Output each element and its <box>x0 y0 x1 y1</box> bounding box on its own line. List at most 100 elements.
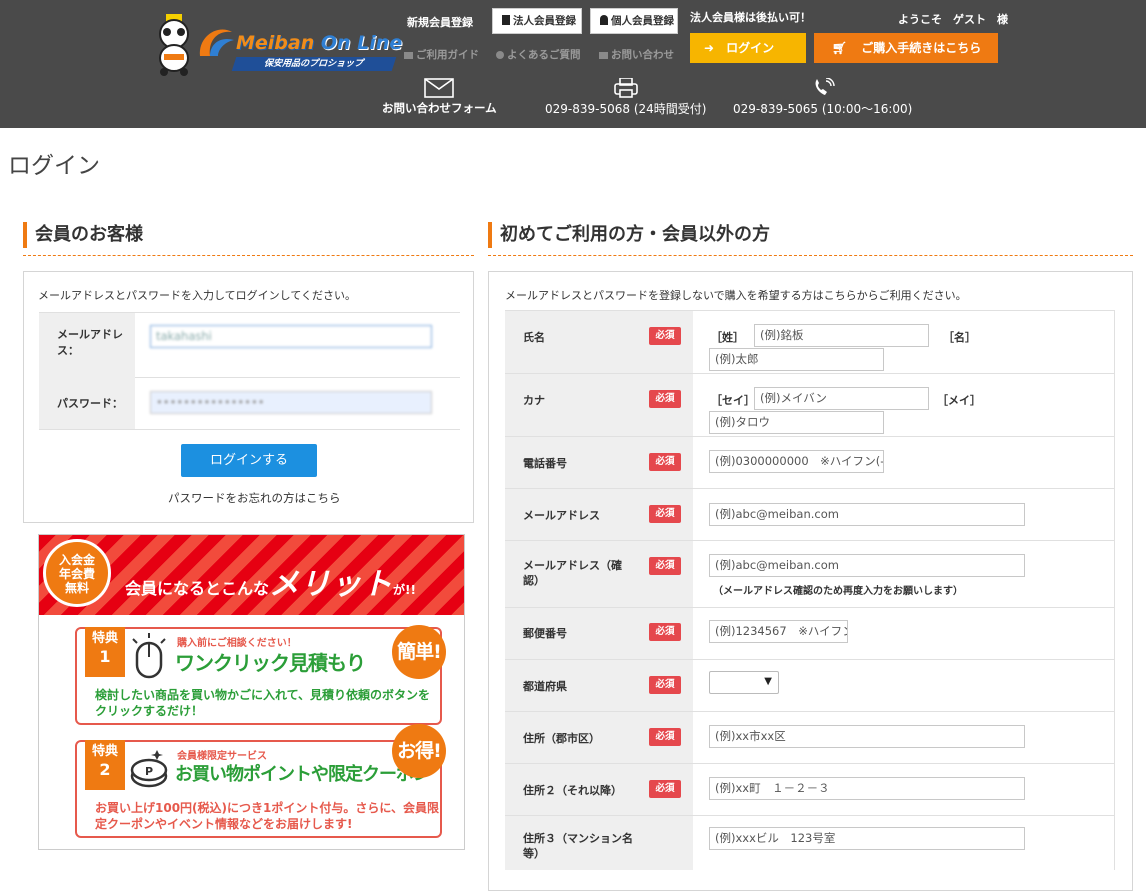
perk-1-badge: 簡単! <box>392 625 446 679</box>
fax-icon <box>613 78 638 98</box>
forgot-password-link[interactable]: パスワードをお忘れの方はこちら <box>168 490 341 506</box>
new-member-label: 新規会員登録 <box>407 16 473 29</box>
seikana-tag: ［セイ］ <box>711 394 755 407</box>
brand-tagline: 保安用品のプロショップ <box>231 57 397 71</box>
addr3-input[interactable]: (例)xxxビル 123号室 <box>709 827 1025 850</box>
coin-icon: P <box>130 750 168 788</box>
building-icon <box>502 15 510 25</box>
chevron-down-icon: ▼ <box>764 676 772 687</box>
perk-ribbon-2: 特典 2 <box>85 740 125 790</box>
prefecture-select[interactable]: ▼ <box>709 671 779 694</box>
member-benefits-banner[interactable]: 入会金 年会費 無料 会員になるとこんなメリットが!! 特典 1 購入前にご相談くださ… <box>38 534 465 850</box>
cart-icon: 🛒︎ <box>832 41 848 55</box>
email-input[interactable]: takahashi <box>150 325 432 348</box>
addr2-required-badge: 必須 <box>649 780 681 798</box>
member-divider <box>23 255 474 256</box>
brand-swoosh-icon <box>199 29 234 56</box>
pref-row: 都道府県 必須 <box>505 659 1115 711</box>
perk-card-1: 特典 1 購入前にご相談ください！ ワンクリック見積もり 検討したい商品を買い物か… <box>75 625 446 725</box>
guide-link[interactable]: ご利用ガイド <box>404 47 479 62</box>
banner-headline: 会員になるとこんなメリットが!! <box>125 567 416 602</box>
perk-1-title: ワンクリック見積もり <box>175 651 366 675</box>
phone-icon <box>815 78 835 95</box>
zip-label: 郵便番号 <box>523 627 567 640</box>
personal-register-button[interactable]: 個人会員登録 <box>590 8 678 34</box>
addr1-row: 住所（郡市区） 必須 (例)xx市xx区 <box>505 711 1115 763</box>
book-icon <box>404 51 413 59</box>
email-label: メールアドレス： <box>39 313 135 378</box>
panda-mascot-icon <box>159 14 189 76</box>
zip-required-badge: 必須 <box>649 623 681 641</box>
perk-card-2: 特典 2 P 会員様限定サービス お買い物ポイントや限定クーポン お買い上げ100… <box>75 724 446 838</box>
addr1-required-badge: 必須 <box>649 728 681 746</box>
site-header: Meiban On Line 保安用品のプロショップ 新規会員登録 法人会員登録… <box>0 0 1146 128</box>
kana-row: カナ 必須 ［セイ］ (例)メイバン ［メイ］ (例)タロウ <box>505 373 1115 436</box>
addr2-input[interactable]: (例)xx町 １－２－３ <box>709 777 1025 800</box>
sei-tag: ［姓］ <box>711 331 744 344</box>
mail-confirm-required-badge: 必須 <box>649 557 681 575</box>
login-arrow-icon: ➜ <box>704 41 715 55</box>
mail-row: メールアドレス 必須 (例)abc@meiban.com <box>505 488 1115 540</box>
contact-form-link[interactable]: お問い合わせフォーム <box>382 78 497 116</box>
zip-row: 郵便番号 必須 (例)1234567 ※ハイフン <box>505 607 1115 659</box>
mail-confirm-label: メールアドレス（確認） <box>523 559 622 587</box>
sei-input[interactable]: (例)銘板 <box>754 324 929 347</box>
mail-confirm-input[interactable]: (例)abc@meiban.com <box>709 554 1025 577</box>
envelope-icon <box>424 78 455 98</box>
chat-icon <box>496 51 504 59</box>
header-login-button[interactable]: ➜ ログイン <box>690 33 806 63</box>
password-input[interactable]: •••••••••••••••• <box>150 391 432 414</box>
mei-input[interactable]: (例)太郎 <box>709 348 884 371</box>
member-section-title: 会員のお客様 <box>23 222 143 248</box>
mail-label: メールアドレス <box>523 509 600 522</box>
faq-link[interactable]: よくあるご質問 <box>496 47 581 62</box>
addr2-row: 住所２（それ以降） 必須 (例)xx町 １－２－３ <box>505 763 1115 815</box>
name-label: 氏名 <box>523 331 545 344</box>
meikana-input[interactable]: (例)タロウ <box>709 411 884 434</box>
password-row: パスワード： •••••••••••••••• <box>39 378 460 430</box>
welcome-text: ようこそ ゲスト 様 <box>898 13 1008 26</box>
tel-input[interactable]: (例)0300000000 ※ハイフン(- <box>709 450 884 473</box>
page-title: ログイン <box>8 153 100 179</box>
kana-label: カナ <box>523 394 545 407</box>
tel-number: 029-839-5065 (10:00～16:00) <box>733 78 912 117</box>
svg-text:P: P <box>145 765 153 778</box>
name-required-badge: 必須 <box>649 327 681 345</box>
member-login-submit[interactable]: ログインする <box>181 444 317 477</box>
tel-row: 電話番号 必須 (例)0300000000 ※ハイフン(- <box>505 436 1115 488</box>
mouse-icon <box>132 633 166 679</box>
addr1-label: 住所（郡市区） <box>523 732 600 745</box>
email-row: メールアドレス： takahashi <box>39 312 460 378</box>
pref-required-badge: 必須 <box>649 676 681 694</box>
perk-1-body: 検討したい商品を買い物かごに入れて、見積り依頼のボタンをクリックするだけ！ <box>95 688 431 718</box>
seikana-input[interactable]: (例)メイバン <box>754 387 929 410</box>
addr3-row: 住所３（マンション名等） (例)xxxビル 123号室 <box>505 815 1115 870</box>
site-logo[interactable]: Meiban On Line 保安用品のプロショップ <box>152 12 402 78</box>
addr2-label: 住所２（それ以降） <box>523 784 622 797</box>
member-desc: メールアドレスとパスワードを入力してログインしてください。 <box>38 289 357 302</box>
guest-divider <box>488 255 1133 256</box>
perk-2-badge: お得! <box>392 724 446 778</box>
perk-2-body: お買い上げ100円(税込)につき1ポイント付与。さらに、会員限定クーポンやイベン… <box>95 801 440 831</box>
mei-tag: ［名］ <box>943 331 976 344</box>
guest-form-table: 氏名 必須 ［姓］ (例)銘板 ［名］ (例)太郎 カナ 必須 ［セイ］ (例)… <box>505 310 1115 870</box>
zip-input[interactable]: (例)1234567 ※ハイフン <box>709 620 848 643</box>
corporate-register-button[interactable]: 法人会員登録 <box>492 8 582 34</box>
perk-ribbon-1: 特典 1 <box>85 627 125 677</box>
mail-confirm-row: メールアドレス（確認） 必須 (例)abc@meiban.com （メールアドレ… <box>505 540 1115 607</box>
tel-required-badge: 必須 <box>649 453 681 471</box>
meikana-tag: ［メイ］ <box>937 394 981 407</box>
addr1-input[interactable]: (例)xx市xx区 <box>709 725 1025 748</box>
free-fee-badge: 入会金 年会費 無料 <box>43 539 111 607</box>
perk-2-title: お買い物ポイントや限定クーポン <box>175 764 431 785</box>
mail-confirm-note: （メールアドレス確認のため再度入力をお願いします） <box>713 586 963 597</box>
mail-input[interactable]: (例)abc@meiban.com <box>709 503 1025 526</box>
brand-name: Meiban On Line <box>236 32 403 54</box>
mail-required-badge: 必須 <box>649 505 681 523</box>
checkout-button[interactable]: 🛒︎ ご購入手続きはこちら <box>814 33 998 63</box>
name-row: 氏名 必須 ［姓］ (例)銘板 ［名］ (例)太郎 <box>505 310 1115 373</box>
mail-icon <box>599 51 608 59</box>
kana-required-badge: 必須 <box>649 390 681 408</box>
tel-label: 電話番号 <box>523 457 567 470</box>
inquiry-link[interactable]: お問い合わせ <box>599 47 674 62</box>
